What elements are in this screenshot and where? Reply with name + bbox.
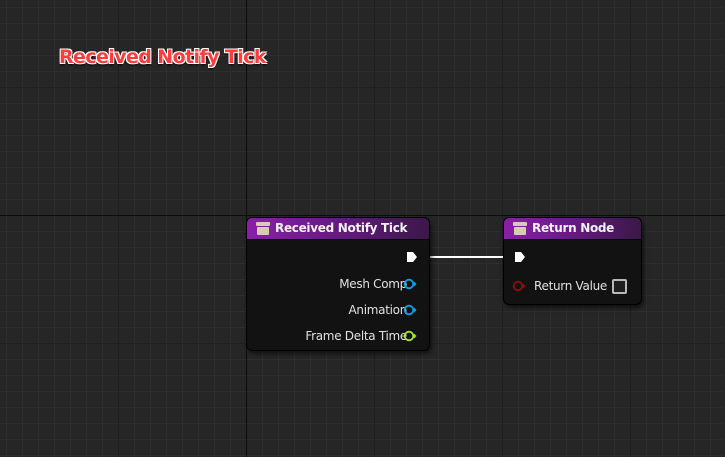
node-header[interactable]: Received Notify Tick	[247, 218, 429, 240]
pin-label-animation: Animation	[348, 303, 408, 317]
object-pin-icon[interactable]	[403, 304, 417, 316]
pin-label-mesh-comp: Mesh Comp	[339, 277, 407, 291]
exec-in-pin[interactable]	[514, 251, 526, 263]
node-title: Return Node	[532, 221, 615, 235]
function-icon	[256, 222, 270, 235]
pin-label-frame-delta-time: Frame Delta Time	[305, 329, 407, 343]
pin-row-mesh-comp: Mesh Comp	[247, 277, 429, 293]
pin-row-return-value: Return Value	[504, 279, 641, 295]
graph-comment-title: Received Notify Tick	[59, 46, 266, 68]
node-title: Received Notify Tick	[275, 221, 408, 235]
object-pin-icon[interactable]	[403, 278, 417, 290]
return-value-checkbox[interactable]	[612, 279, 627, 294]
node-return[interactable]: Return Node Return Value	[504, 218, 641, 304]
function-icon	[513, 222, 527, 235]
exec-out-pin[interactable]	[406, 251, 418, 263]
node-received-notify-tick[interactable]: Received Notify Tick Mesh Comp Animation…	[247, 218, 429, 350]
bool-pin-icon[interactable]	[512, 280, 526, 292]
pin-row-frame-delta-time: Frame Delta Time	[247, 329, 429, 345]
float-pin-icon[interactable]	[403, 330, 417, 342]
pin-label-return-value: Return Value	[534, 279, 607, 293]
node-header[interactable]: Return Node	[504, 218, 641, 240]
grid-origin-horizontal	[0, 215, 725, 216]
pin-row-animation: Animation	[247, 303, 429, 319]
